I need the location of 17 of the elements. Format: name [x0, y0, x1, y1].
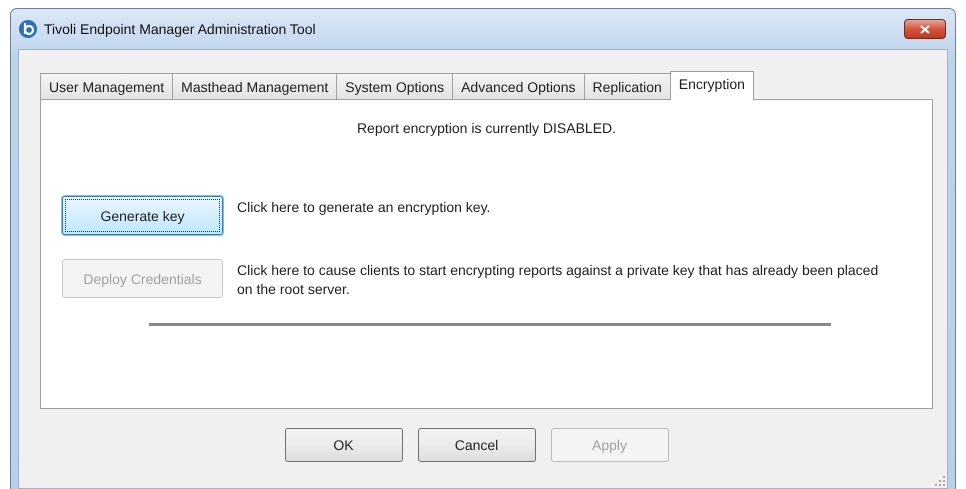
action-description: Click here to generate an encryption key. [237, 198, 490, 217]
dialog-button[interactable]: Cancel [418, 428, 536, 462]
window-title: Tivoli Endpoint Manager Administration Tool [44, 21, 317, 37]
tab[interactable]: Encryption [670, 71, 754, 100]
action-description: Click here to cause clients to start encrypting reports against a private key that has already been placed on the root server. [237, 261, 880, 299]
dialog-button[interactable]: OK [284, 428, 402, 462]
tab[interactable]: System Options [336, 73, 454, 99]
app-logo-icon [18, 19, 38, 39]
close-button[interactable] [904, 19, 946, 39]
tab[interactable]: Advanced Options [452, 73, 584, 99]
tab[interactable]: User Management [40, 73, 174, 99]
tab[interactable]: Masthead Management [172, 73, 338, 99]
tab[interactable]: Replication [584, 73, 671, 99]
close-icon [920, 24, 930, 34]
resize-grip-icon[interactable] [935, 476, 945, 486]
status-text: Report encryption is currently DISABLED. [356, 120, 618, 136]
action-button[interactable]: Generate key [62, 196, 223, 235]
